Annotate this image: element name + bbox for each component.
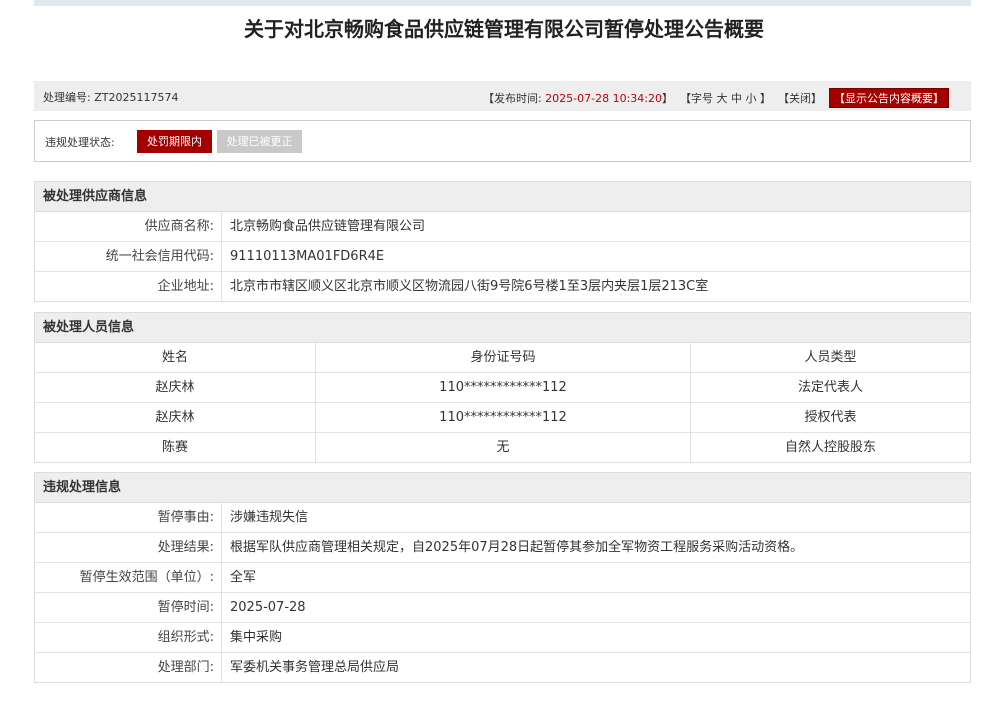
info-row: 企业地址: 北京市市辖区顺义区北京市顺义区物流园八街9号院6号楼1至3层内夹层1…: [35, 272, 970, 301]
process-code-label: 处理编号:: [43, 91, 91, 104]
row-value: 2025-07-28: [230, 600, 306, 615]
cell-type: 自然人控股股东: [784, 440, 876, 455]
font-large-link[interactable]: 大: [717, 92, 728, 105]
cell-name: 赵庆林: [35, 403, 316, 432]
info-row: 处理结果: 根据军队供应商管理相关规定，自2025年07月28日起暂停其参加全军…: [35, 533, 970, 563]
row-key: 供应商名称:: [144, 219, 214, 234]
table-header-row: 姓名 身份证号码 人员类型: [35, 343, 970, 373]
violation-section: 违规处理信息 暂停事由: 涉嫌违规失信 处理结果: 根据军队供应商管理相关规定，…: [34, 472, 971, 683]
font-small-link[interactable]: 小: [746, 92, 757, 105]
info-row: 暂停事由: 涉嫌违规失信: [35, 503, 970, 533]
table-row: 赵庆林 110************112 法定代表人: [35, 373, 970, 403]
violation-heading: 违规处理信息: [35, 473, 970, 503]
cell-type: 授权代表: [804, 410, 857, 425]
cell-type: 法定代表人: [797, 380, 863, 395]
row-key: 暂停事由:: [157, 510, 214, 525]
page-title: 关于对北京畅购食品供应链管理有限公司暂停处理公告概要: [244, 17, 764, 41]
row-key: 统一社会信用代码:: [105, 249, 214, 264]
row-value: 集中采购: [230, 630, 283, 645]
row-value: 根据军队供应商管理相关规定，自2025年07月28日起暂停其参加全军物资工程服务…: [230, 540, 804, 555]
row-key: 企业地址:: [157, 279, 214, 294]
status-label: 违规处理状态:: [45, 136, 115, 149]
info-row: 统一社会信用代码: 91110113MA01FD6R4E: [35, 242, 970, 272]
row-value: 北京市市辖区顺义区北京市顺义区物流园八街9号院6号楼1至3层内夹层1层213C室: [230, 279, 709, 294]
show-summary-button[interactable]: 【显示公告内容概要】: [829, 88, 949, 108]
publish-close: 】: [662, 92, 673, 105]
persons-heading: 被处理人员信息: [35, 313, 970, 343]
row-key: 处理结果:: [157, 540, 214, 555]
info-row: 供应商名称: 北京畅购食品供应链管理有限公司: [35, 212, 970, 242]
row-value: 涉嫌违规失信: [230, 510, 309, 525]
cell-name: 赵庆林: [35, 373, 316, 402]
row-value: 全军: [230, 570, 257, 585]
table-row: 赵庆林 110************112 授权代表: [35, 403, 970, 433]
font-size-open: 【字号: [680, 92, 713, 105]
process-code-value: ZT2025117574: [94, 91, 179, 104]
row-key: 处理部门:: [157, 660, 214, 675]
font-size-close: 】: [760, 92, 771, 105]
supplier-heading: 被处理供应商信息: [35, 182, 970, 212]
row-value: 军委机关事务管理总局供应局: [230, 660, 400, 675]
row-key: 暂停时间:: [157, 600, 214, 615]
meta-bar: 处理编号: ZT2025117574 【发布时间: 2025-07-28 10:…: [34, 81, 971, 111]
font-medium-link[interactable]: 中: [731, 92, 742, 105]
table-row: 陈赛 无 自然人控股股东: [35, 433, 970, 462]
cell-id: 110************112: [316, 373, 691, 402]
process-code: 处理编号: ZT2025117574: [43, 89, 178, 105]
meta-actions: 【发布时间: 2025-07-28 10:34:20】 【字号 大 中 小 】 …: [483, 88, 949, 108]
info-row: 暂停生效范围（单位）: 全军: [35, 563, 970, 593]
info-row: 处理部门: 军委机关事务管理总局供应局: [35, 653, 970, 682]
supplier-section: 被处理供应商信息 供应商名称: 北京畅购食品供应链管理有限公司 统一社会信用代码…: [34, 181, 971, 302]
column-header: 身份证号码: [316, 343, 691, 372]
row-value: 北京畅购食品供应链管理有限公司: [230, 219, 426, 234]
info-row: 暂停时间: 2025-07-28: [35, 593, 970, 623]
cell-id: 无: [316, 433, 691, 462]
info-row: 组织形式: 集中采购: [35, 623, 970, 653]
column-header: 人员类型: [804, 350, 857, 365]
top-bar: [34, 0, 971, 6]
status-panel: 违规处理状态: 处罚期限内 处理已被更正: [34, 120, 971, 162]
row-key: 组织形式:: [157, 630, 214, 645]
row-key: 暂停生效范围（单位）:: [79, 570, 214, 585]
status-stage-active: 处罚期限内: [137, 130, 212, 153]
persons-section: 被处理人员信息 姓名 身份证号码 人员类型 赵庆林 110***********…: [34, 312, 971, 463]
publish-time: 2025-07-28 10:34:20: [545, 92, 662, 105]
column-header: 姓名: [35, 343, 316, 372]
status-stage-corrected: 处理已被更正: [217, 130, 302, 153]
cell-id: 110************112: [316, 403, 691, 432]
publish-open: 【发布时间:: [482, 92, 546, 105]
row-value: 91110113MA01FD6R4E: [230, 249, 385, 264]
cell-name: 陈赛: [35, 433, 316, 462]
close-link[interactable]: 【关闭】: [778, 92, 822, 105]
